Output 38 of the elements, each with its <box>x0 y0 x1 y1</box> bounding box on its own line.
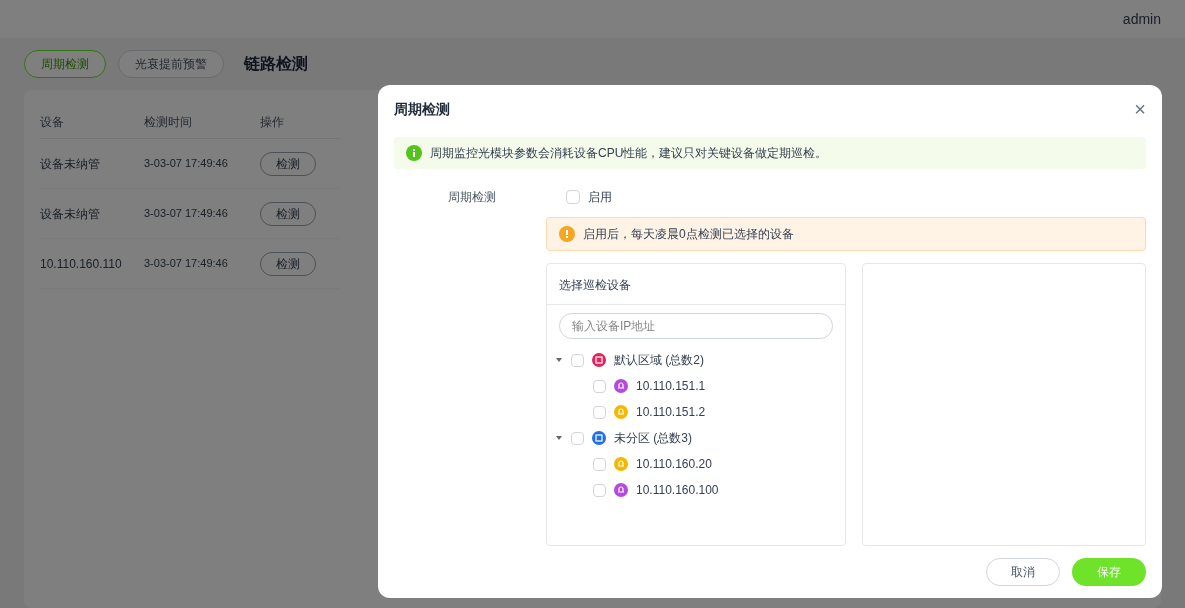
table-cell-text: 设备未纳管 <box>40 205 101 222</box>
table-cell-text: 设备未纳管 <box>40 155 101 172</box>
tree-item-label[interactable]: 10.110.160.100 <box>636 482 719 498</box>
checkbox[interactable] <box>593 483 606 497</box>
tab[interactable]: 周期检测 <box>24 50 106 78</box>
warning-icon <box>559 226 575 242</box>
warning-text: 启用后，每天凌晨0点检测已选择的设备 <box>583 226 794 242</box>
column-header: 设备 <box>40 114 65 130</box>
checkbox[interactable] <box>593 379 606 393</box>
caret-icon[interactable] <box>555 356 563 364</box>
tree-group-label[interactable]: 未分区 (总数3) <box>614 430 692 446</box>
table-cell-text: 3-03-07 17:49:46 <box>144 156 229 172</box>
user-name[interactable]: admin <box>1122 9 1161 29</box>
info-icon <box>406 145 422 161</box>
tree-item-label[interactable]: 10.110.160.20 <box>636 456 712 472</box>
caret-icon[interactable] <box>555 434 563 442</box>
column-header: 操作 <box>260 114 285 130</box>
tree-item-label[interactable]: 10.110.151.2 <box>636 404 706 420</box>
checkbox[interactable] <box>571 431 584 445</box>
tree-group-label[interactable]: 默认区域 (总数2) <box>614 352 704 368</box>
info-text: 周期监控光模块参数会消耗设备CPU性能，建议只对关键设备做定期巡检。 <box>430 145 828 161</box>
close-button[interactable]: × <box>1134 99 1146 119</box>
page-title: 链路检测 <box>244 54 308 74</box>
checkbox[interactable] <box>566 190 580 204</box>
table-cell-text: 10.110.160.110 <box>40 255 123 272</box>
checkbox[interactable] <box>571 353 584 367</box>
checkbox[interactable] <box>593 405 606 419</box>
table-cell-text: 3-03-07 17:49:46 <box>144 256 229 272</box>
table-cell-text: 3-03-07 17:49:46 <box>144 206 229 222</box>
dialog-title: 周期检测 <box>394 100 450 119</box>
form-label: 周期检测 <box>448 189 496 205</box>
tree-item-label[interactable]: 10.110.151.1 <box>636 378 706 394</box>
checkbox[interactable] <box>593 457 606 471</box>
checkbox-label: 启用 <box>588 189 612 205</box>
search-field[interactable]: 输入设备IP地址 <box>559 313 833 339</box>
panel-title: 选择巡检设备 <box>559 278 631 292</box>
tab[interactable]: 光衰提前预警 <box>118 50 224 78</box>
column-header: 检测时间 <box>144 114 193 130</box>
